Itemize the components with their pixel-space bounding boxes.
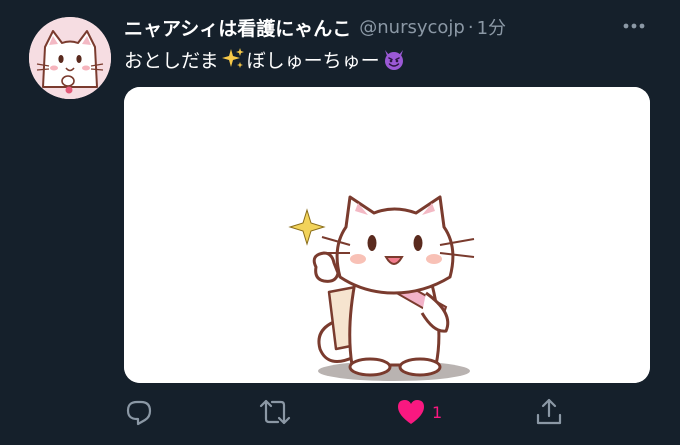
user-handle[interactable]: @nursycojp: [359, 17, 465, 38]
tweet-actions: 1: [124, 394, 650, 430]
avatar[interactable]: [29, 17, 111, 99]
share-icon: [536, 398, 562, 425]
smiling-devil-emoji-icon: [382, 47, 406, 71]
tweet-text-part2: ぼしゅーちゅー: [246, 49, 380, 72]
tweet-media-image[interactable]: [124, 87, 650, 383]
retweet-icon: [259, 399, 291, 425]
tweet-text: おとしだま ぼしゅーちゅー: [124, 43, 408, 75]
display-name[interactable]: ニャアシィは看護にゃんこ: [124, 14, 351, 41]
tweet-text-part1: おとしだま: [124, 49, 219, 72]
like-button[interactable]: 1: [396, 394, 442, 430]
sparkles-emoji-icon: [221, 47, 245, 71]
reply-icon: [126, 400, 152, 426]
timestamp[interactable]: 1分: [477, 14, 506, 40]
separator-dot: ·: [467, 16, 474, 38]
reply-button[interactable]: [124, 394, 154, 430]
share-button[interactable]: [534, 394, 564, 430]
heart-icon: [398, 400, 424, 424]
like-count: 1: [432, 402, 443, 422]
cat-avatar-icon: [29, 17, 111, 99]
white-cat-thumbs-up-illustration-icon: [124, 87, 650, 383]
tweet-header: ニャアシィは看護にゃんこ @nursycojp · 1分: [124, 13, 506, 41]
more-dots-icon: [623, 23, 645, 29]
tweet[interactable]: ニャアシィは看護にゃんこ @nursycojp · 1分 おとしだま ぼしゅーち…: [0, 0, 680, 445]
more-options-button[interactable]: [620, 16, 648, 36]
retweet-button[interactable]: [258, 394, 292, 430]
